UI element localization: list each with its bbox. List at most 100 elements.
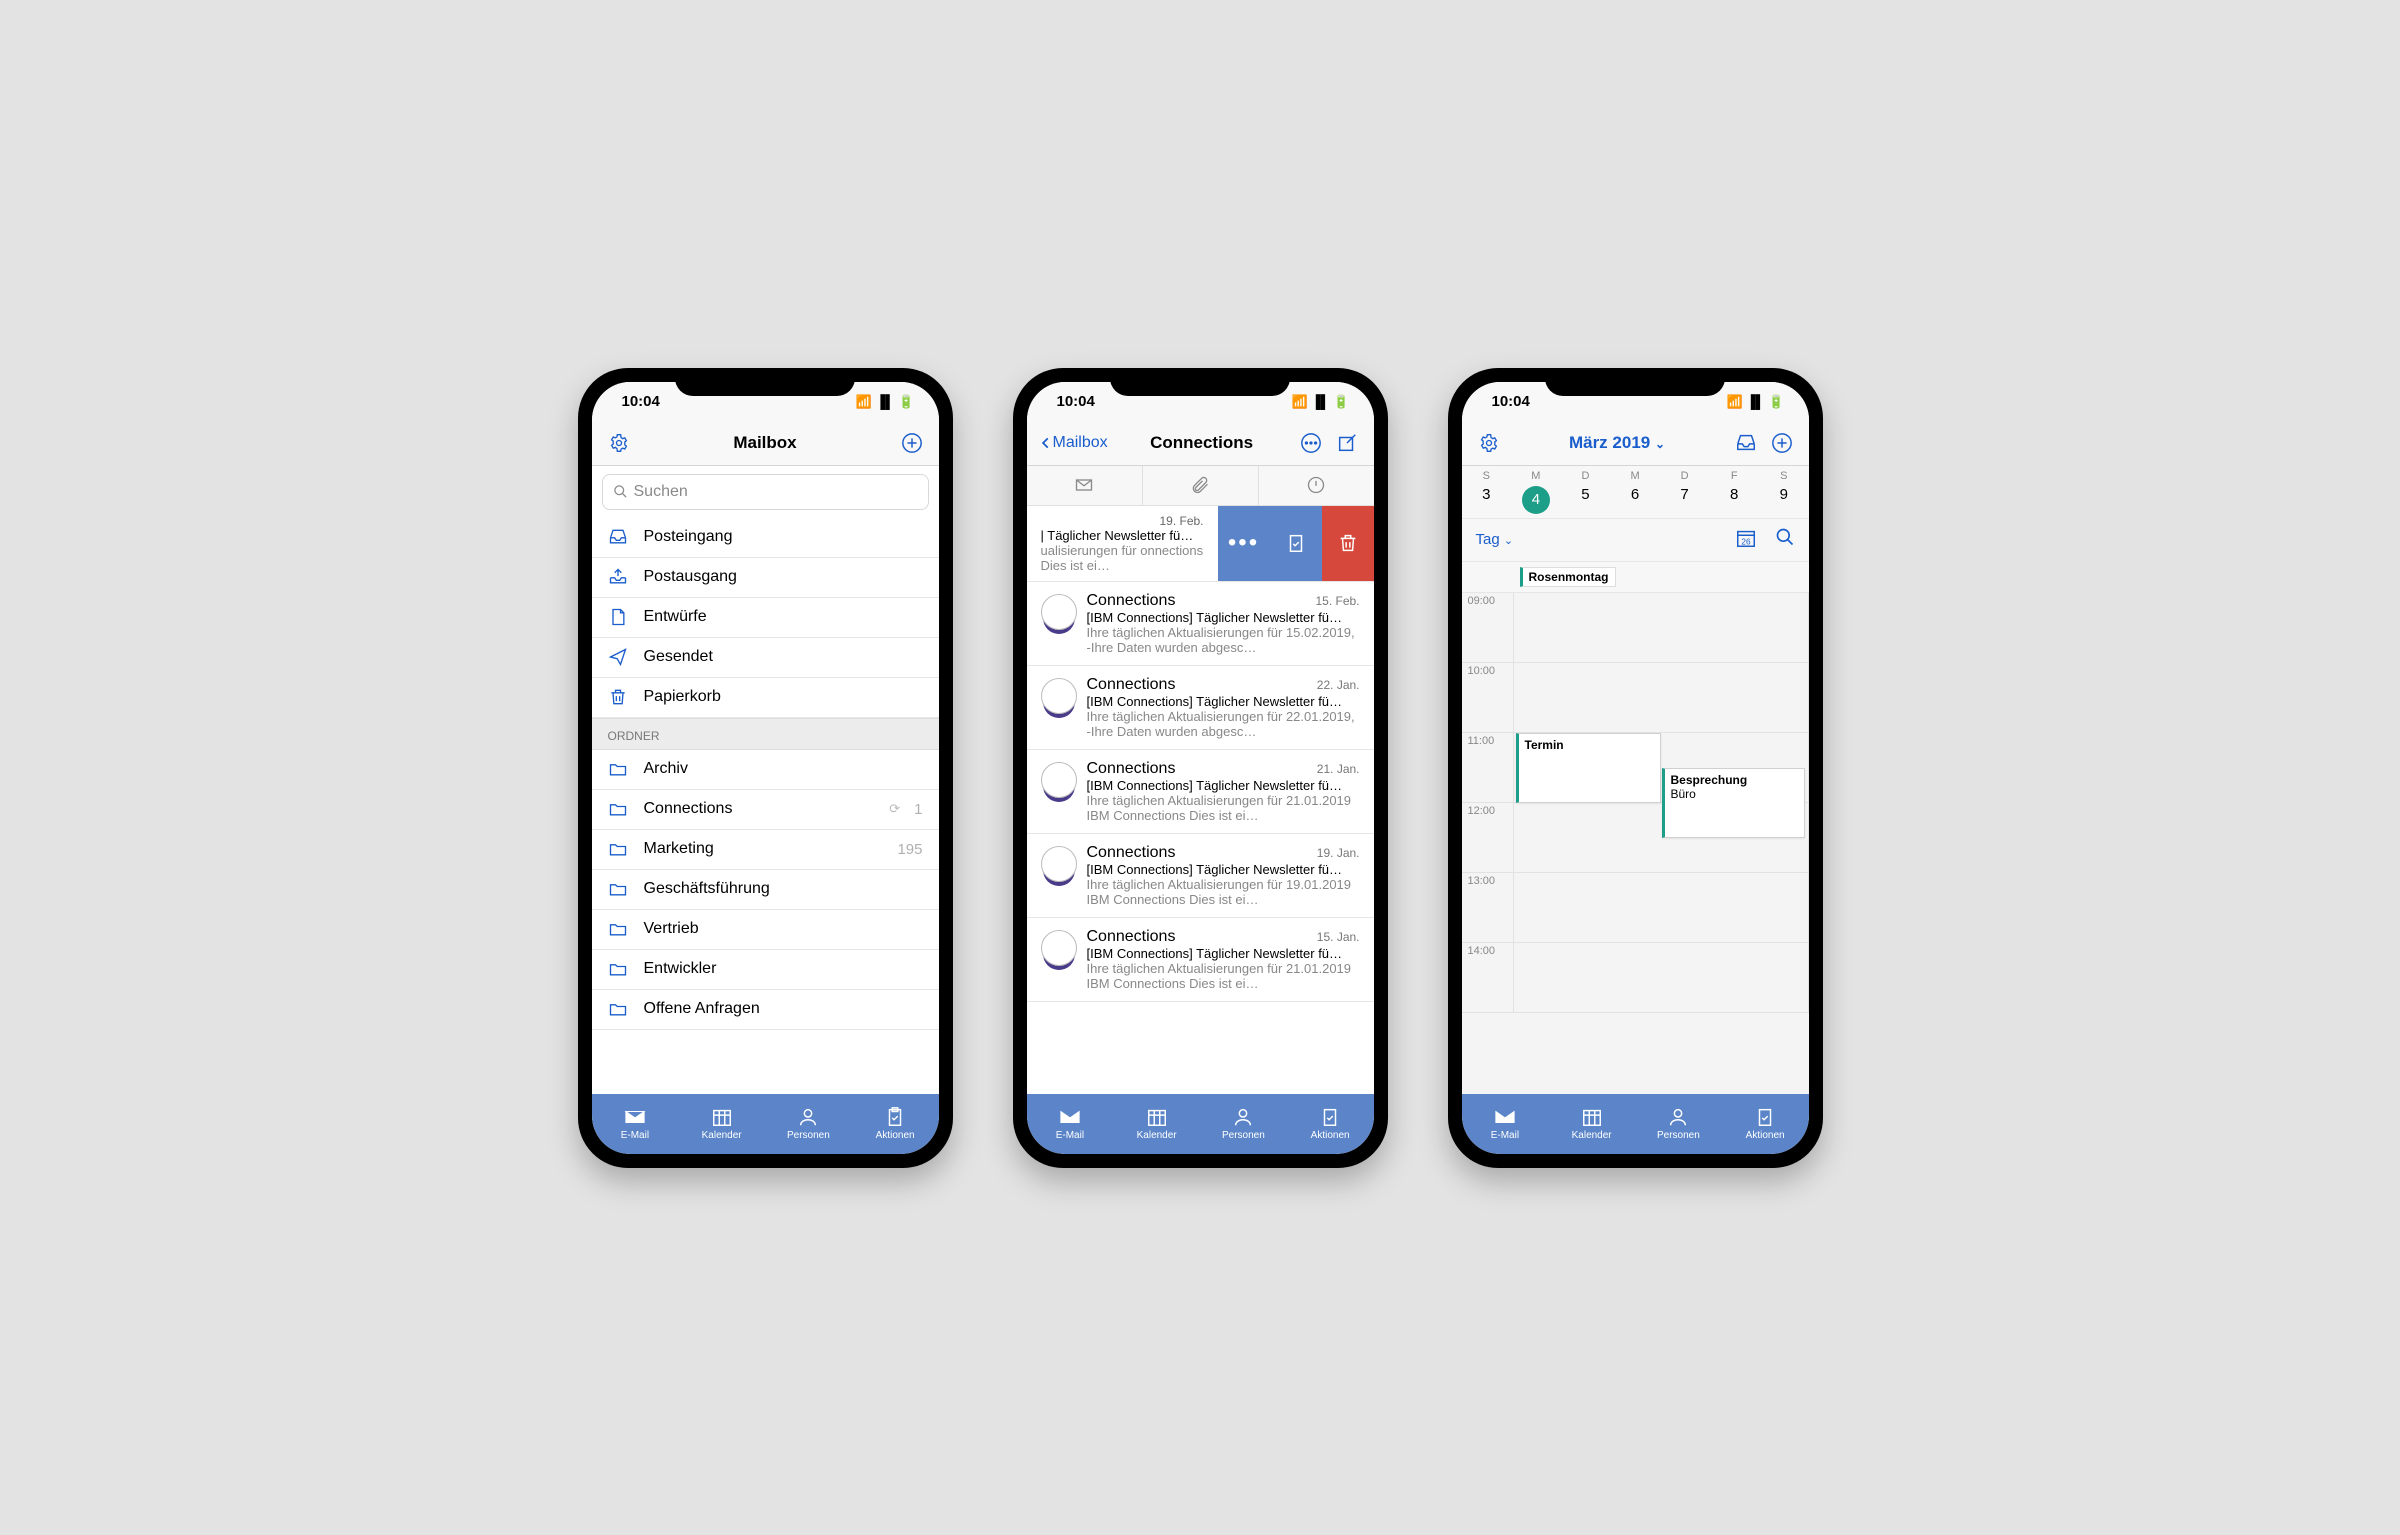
- tab-actions[interactable]: Aktionen: [852, 1094, 939, 1154]
- folder-inbox[interactable]: Posteingang: [592, 518, 939, 558]
- day-column[interactable]: F8: [1709, 470, 1759, 514]
- event-location: Büro: [1671, 787, 1696, 801]
- email-date: 22. Jan.: [1317, 678, 1360, 692]
- clock: 10:04: [622, 393, 660, 410]
- inbox-button[interactable]: [1731, 428, 1761, 458]
- folder-icon: [608, 759, 630, 779]
- paperclip-icon: [1190, 475, 1210, 495]
- email-item[interactable]: Connections22. Jan. [IBM Connections] Tä…: [1027, 666, 1374, 750]
- month-picker[interactable]: März 2019 ⌄: [1510, 433, 1725, 453]
- filter-unread[interactable]: [1027, 466, 1143, 505]
- chevron-down-icon: ⌄: [1655, 437, 1665, 451]
- tab-actions[interactable]: Aktionen: [1287, 1094, 1374, 1154]
- day-column[interactable]: M6: [1610, 470, 1660, 514]
- tab-email[interactable]: E-Mail: [1027, 1094, 1114, 1154]
- swipe-mark-button[interactable]: [1270, 506, 1322, 581]
- add-event-button[interactable]: [1767, 428, 1797, 458]
- phone-mailbox: 10:04 📶 ▐▌ 🔋 Mailbox Suchen Posteingang: [578, 368, 953, 1168]
- search-input[interactable]: Suchen: [602, 474, 929, 510]
- mail-icon: [1059, 1106, 1081, 1128]
- back-button[interactable]: Mailbox: [1039, 433, 1108, 453]
- page-title: Mailbox: [640, 433, 891, 453]
- email-item[interactable]: Connections15. Feb. [IBM Connections] Tä…: [1027, 582, 1374, 666]
- view-picker[interactable]: Tag ⌄: [1476, 531, 1514, 548]
- email-item[interactable]: Connections21. Jan. [IBM Connections] Tä…: [1027, 750, 1374, 834]
- allday-row: Rosenmontag: [1462, 562, 1809, 593]
- allday-event[interactable]: Rosenmontag: [1520, 567, 1616, 587]
- day-column[interactable]: S9: [1759, 470, 1809, 514]
- email-subject: [IBM Connections] Täglicher Newsletter f…: [1087, 694, 1360, 709]
- more-button[interactable]: [1296, 428, 1326, 458]
- folder-archiv[interactable]: Archiv: [592, 750, 939, 790]
- day-column[interactable]: M4: [1511, 470, 1561, 514]
- hour-row: 10:00: [1462, 663, 1809, 733]
- email-item[interactable]: Connections19. Jan. [IBM Connections] Tä…: [1027, 834, 1374, 918]
- today-button[interactable]: 26: [1735, 527, 1757, 553]
- tab-calendar[interactable]: Kalender: [678, 1094, 765, 1154]
- email-preview: Ihre täglichen Aktualisierungen für 15.0…: [1087, 625, 1360, 655]
- email-date: 15. Feb.: [1315, 594, 1359, 608]
- settings-button[interactable]: [604, 428, 634, 458]
- folder-connections[interactable]: Connections ⟳ 1: [592, 790, 939, 830]
- folder-sent[interactable]: Gesendet: [592, 638, 939, 678]
- folder-geschaeftsfuehrung[interactable]: Geschäftsführung: [592, 870, 939, 910]
- clock: 10:04: [1492, 393, 1530, 410]
- email-preview: Ihre täglichen Aktualisierungen für 19.0…: [1087, 877, 1360, 907]
- status-icons: 📶 ▐▌ 🔋: [1291, 394, 1349, 410]
- swipe-delete-button[interactable]: [1322, 506, 1374, 581]
- email-swiped[interactable]: 19. Feb. | Täglicher Newsletter fü… uali…: [1027, 506, 1374, 582]
- folder-drafts[interactable]: Entwürfe: [592, 598, 939, 638]
- folder-trash[interactable]: Papierkorb: [592, 678, 939, 718]
- day-column[interactable]: D5: [1561, 470, 1611, 514]
- avatar: [1041, 678, 1077, 714]
- add-button[interactable]: [897, 428, 927, 458]
- tab-people[interactable]: Personen: [1635, 1094, 1722, 1154]
- hour-label: 10:00: [1462, 663, 1514, 732]
- hour-label: 14:00: [1462, 943, 1514, 1012]
- email-date: 15. Jan.: [1317, 930, 1360, 944]
- day-of-month: 3: [1462, 486, 1512, 503]
- folder-outbox[interactable]: Postausgang: [592, 558, 939, 598]
- tab-calendar[interactable]: Kalender: [1113, 1094, 1200, 1154]
- search-placeholder: Suchen: [634, 483, 688, 501]
- folder-marketing[interactable]: Marketing 195: [592, 830, 939, 870]
- tab-calendar[interactable]: Kalender: [1548, 1094, 1635, 1154]
- folder-icon: [608, 879, 630, 899]
- tab-email[interactable]: E-Mail: [1462, 1094, 1549, 1154]
- folder-entwickler[interactable]: Entwickler: [592, 950, 939, 990]
- gear-icon: [1479, 433, 1499, 453]
- folder-icon: [608, 959, 630, 979]
- folder-vertrieb[interactable]: Vertrieb: [592, 910, 939, 950]
- day-of-week: M: [1511, 470, 1561, 482]
- swipe-more-button[interactable]: •••: [1218, 506, 1270, 581]
- event-besprechung[interactable]: BesprechungBüro: [1662, 768, 1805, 838]
- folder-offene-anfragen[interactable]: Offene Anfragen: [592, 990, 939, 1030]
- filter-attachments[interactable]: [1143, 466, 1259, 505]
- day-column[interactable]: S3: [1462, 470, 1512, 514]
- week-header: S3M4D5M6D7F8S9: [1462, 466, 1809, 519]
- hour-row: 09:00: [1462, 593, 1809, 663]
- hour-label: 13:00: [1462, 873, 1514, 942]
- search-icon: [613, 484, 628, 499]
- filter-flagged[interactable]: [1259, 466, 1374, 505]
- outbox-icon: [608, 567, 630, 587]
- hours-grid[interactable]: 09:0010:0011:0012:0013:0014:00TerminBesp…: [1462, 593, 1809, 1094]
- status-icons: 📶 ▐▌ 🔋: [856, 394, 915, 410]
- phone-calendar: 10:04 📶 ▐▌ 🔋 März 2019 ⌄ S3M4D5M6D7F8S9 …: [1448, 368, 1823, 1168]
- inbox-icon: [1735, 432, 1757, 454]
- event-termin[interactable]: Termin: [1516, 733, 1661, 803]
- folder-icon: [608, 919, 630, 939]
- settings-button[interactable]: [1474, 428, 1504, 458]
- email-item[interactable]: Connections15. Jan. [IBM Connections] Tä…: [1027, 918, 1374, 1002]
- event-title: Termin: [1525, 738, 1564, 752]
- clipboard-check-icon: [1285, 532, 1307, 554]
- tab-email[interactable]: E-Mail: [592, 1094, 679, 1154]
- search-button[interactable]: [1775, 527, 1795, 553]
- compose-button[interactable]: [1332, 428, 1362, 458]
- tab-actions[interactable]: Aktionen: [1722, 1094, 1809, 1154]
- tab-people[interactable]: Personen: [1200, 1094, 1287, 1154]
- tab-people[interactable]: Personen: [765, 1094, 852, 1154]
- notch: [675, 368, 855, 396]
- day-column[interactable]: D7: [1660, 470, 1710, 514]
- email-sender: Connections: [1087, 592, 1176, 610]
